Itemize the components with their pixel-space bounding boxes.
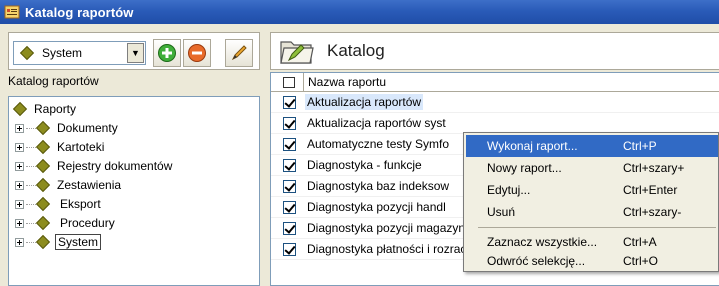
menu-item-label: Zaznacz wszystkie...: [487, 235, 598, 249]
expand-icon[interactable]: [15, 123, 24, 133]
tree-item-dokumenty[interactable]: Dokumenty: [15, 119, 118, 137]
row-checkbox[interactable]: [283, 179, 296, 193]
menu-item-shortcut: Ctrl+A: [623, 235, 657, 249]
tree-item-label: Dokumenty: [57, 121, 118, 135]
menu-item-label: Wykonaj raport...: [487, 139, 578, 153]
tree-item-label: Rejestry dokumentów: [57, 159, 173, 173]
menu-item-shortcut: Ctrl+Enter: [623, 183, 678, 197]
expand-icon[interactable]: [15, 161, 24, 171]
tree-item-label: Procedury: [60, 216, 115, 230]
expand-icon[interactable]: [15, 180, 24, 190]
catalog-app-icon: [4, 4, 20, 20]
add-icon: [158, 44, 176, 62]
add-button[interactable]: [153, 39, 181, 67]
expand-icon[interactable]: [15, 199, 24, 209]
expand-icon[interactable]: [15, 237, 24, 247]
row-label: Aktualizacja raportów: [305, 94, 424, 110]
menu-item-label: Edytuj...: [487, 183, 531, 197]
menu-item-shortcut: Ctrl+szary-: [623, 205, 682, 219]
row-label: Diagnostyka baz indeksow: [307, 179, 450, 193]
folder-diamond-icon: [35, 158, 51, 174]
menu-item-new-report[interactable]: Nowy raport... Ctrl+szary+: [466, 157, 718, 179]
context-menu: Wykonaj raport... Ctrl+P Nowy raport... …: [463, 132, 719, 272]
row-label: Diagnostyka pozycji handl: [307, 200, 446, 214]
folder-diamond-icon: [35, 139, 51, 155]
tree-item-system[interactable]: System: [15, 233, 102, 251]
tree-item-procedury[interactable]: Procedury: [15, 214, 115, 232]
folder-diamond-icon: [12, 101, 28, 117]
tree-item-label: System: [55, 234, 102, 250]
tree-item-label: Zestawienia: [57, 178, 122, 192]
row-label: Diagnostyka - funkcje: [307, 158, 422, 172]
menu-item-delete[interactable]: Usuń Ctrl+szary-: [466, 201, 718, 223]
left-toolbar: System ▼: [8, 32, 260, 70]
remove-icon: [188, 44, 206, 62]
menu-item-label: Nowy raport...: [487, 161, 562, 175]
edit-button[interactable]: [225, 39, 253, 67]
menu-item-invert-selection[interactable]: Odwróć selekcję... Ctrl+O: [466, 250, 718, 272]
table-row[interactable]: Aktualizacja raportów: [271, 92, 719, 113]
title-bar: Katalog raportów: [0, 0, 719, 24]
tree-label: Katalog raportów: [8, 74, 99, 88]
menu-item-label: Odwróć selekcję...: [487, 254, 586, 268]
tree-item-kartoteki[interactable]: Kartoteki: [15, 138, 104, 156]
menu-item-shortcut: Ctrl+O: [623, 254, 659, 268]
menu-item-shortcut: Ctrl+szary+: [623, 161, 685, 175]
table-row[interactable]: Aktualizacja raportów syst: [271, 113, 719, 134]
catalog-header: Katalog: [270, 32, 719, 70]
menu-item-run-report[interactable]: Wykonaj raport... Ctrl+P: [466, 135, 718, 157]
folder-diamond-icon: [35, 177, 51, 193]
row-checkbox[interactable]: [283, 95, 296, 109]
row-checkbox[interactable]: [283, 221, 296, 235]
left-panel: System ▼ Katalog raportów Raporty Dokume…: [8, 32, 260, 286]
tree-item-zestawienia[interactable]: Zestawienia: [15, 176, 121, 194]
catalog-combo[interactable]: System ▼: [13, 41, 146, 65]
tree-item-label: Kartoteki: [57, 140, 105, 154]
folder-icon: [279, 36, 315, 66]
row-checkbox[interactable]: [283, 242, 296, 256]
window-title: Katalog raportów: [25, 4, 134, 20]
menu-item-edit[interactable]: Edytuj... Ctrl+Enter: [466, 179, 718, 201]
menu-separator: [478, 227, 716, 228]
tree-item-raporty[interactable]: Raporty: [12, 100, 77, 118]
folder-diamond-icon: [35, 196, 51, 212]
folder-diamond-icon: [35, 234, 51, 250]
menu-item-shortcut: Ctrl+P: [623, 139, 657, 153]
column-header-name[interactable]: Nazwa raportu: [303, 73, 719, 92]
tree-item-label: Eksport: [60, 197, 101, 211]
catalog-title: Katalog: [327, 41, 385, 60]
combo-value: System: [42, 46, 83, 60]
workspace: System ▼ Katalog raportów Raporty Dokume…: [0, 24, 719, 286]
expand-icon[interactable]: [15, 142, 24, 152]
catalog-tree[interactable]: Raporty Dokumenty Kartoteki Rejestry dok…: [8, 96, 260, 286]
tree-item-label: Raporty: [34, 102, 77, 116]
row-label: Aktualizacja raportów syst: [307, 116, 446, 130]
expand-icon[interactable]: [15, 218, 24, 228]
row-checkbox[interactable]: [283, 200, 296, 214]
folder-diamond-icon: [35, 215, 51, 231]
chevron-down-icon[interactable]: ▼: [127, 43, 144, 63]
pencil-icon: [231, 45, 247, 61]
row-label: Automatyczne testy Symfo: [307, 137, 450, 151]
select-all-checkbox[interactable]: [283, 76, 295, 88]
menu-item-label: Usuń: [487, 205, 516, 219]
folder-diamond-icon: [19, 45, 35, 61]
folder-diamond-icon: [35, 120, 51, 136]
list-header: Nazwa raportu: [271, 73, 719, 92]
remove-button[interactable]: [183, 39, 211, 67]
tree-item-eksport[interactable]: Eksport: [15, 195, 101, 213]
tree-item-rejestry[interactable]: Rejestry dokumentów: [15, 157, 172, 175]
row-checkbox[interactable]: [283, 137, 296, 151]
row-checkbox[interactable]: [283, 158, 296, 172]
row-checkbox[interactable]: [283, 116, 296, 130]
